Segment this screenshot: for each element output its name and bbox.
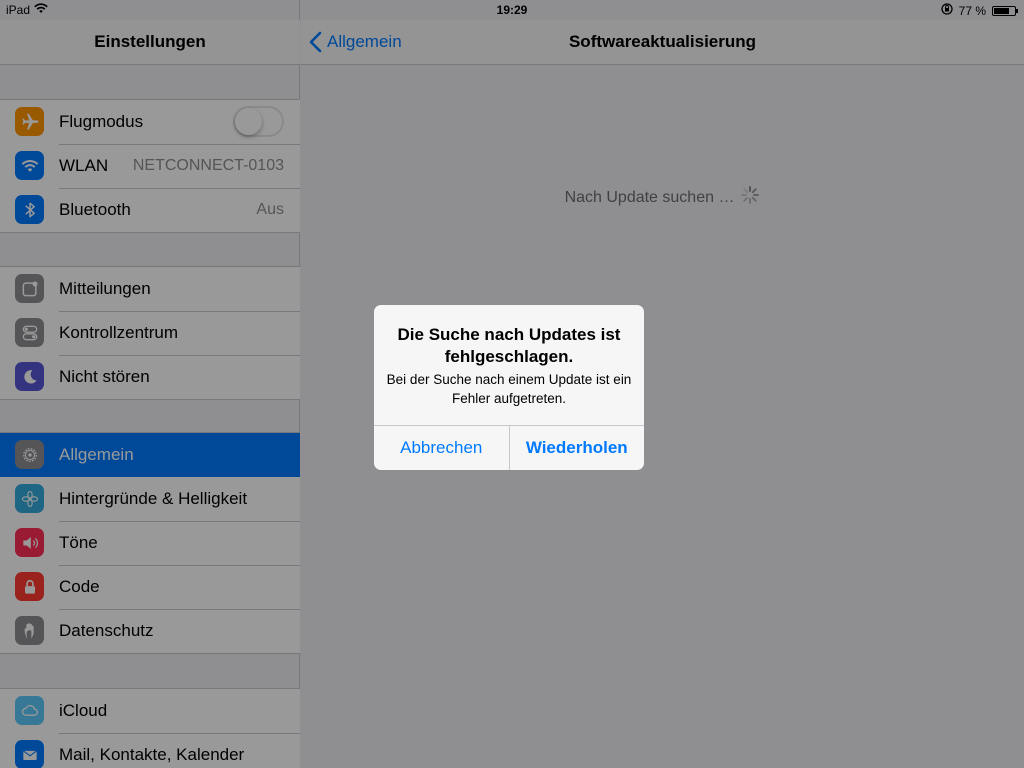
alert-title: Die Suche nach Updates ist fehlgeschlage…: [397, 325, 621, 366]
alert-message: Bei der Suche nach einem Update ist ein …: [386, 372, 632, 406]
error-alert-dialog: Die Suche nach Updates ist fehlgeschlage…: [374, 305, 644, 470]
cancel-button[interactable]: Abbrechen: [374, 426, 510, 470]
retry-button[interactable]: Wiederholen: [510, 426, 645, 470]
alert-button-bar: Abbrechen Wiederholen: [374, 425, 644, 470]
